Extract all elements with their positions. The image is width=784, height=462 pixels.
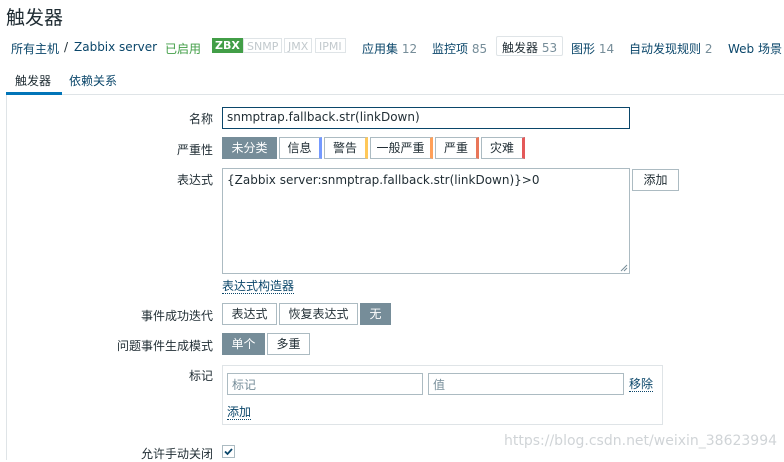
checkmark-icon xyxy=(224,448,233,456)
severity-label: 严重性 xyxy=(176,143,213,157)
ok-event-option[interactable]: 恢复表达式 xyxy=(279,303,358,325)
badge-jmx: JMX xyxy=(284,38,313,53)
severity-option[interactable]: 未分类 xyxy=(222,137,277,159)
tab-dependencies[interactable]: 依赖关系 xyxy=(69,72,117,89)
ok-event-option[interactable]: 无 xyxy=(360,303,391,325)
status-enabled[interactable]: 已启用 xyxy=(165,40,201,57)
nav-items[interactable]: 监控项 85 xyxy=(432,40,487,57)
severity-option[interactable]: 灾难 xyxy=(481,137,525,159)
ok-event-label: 事件成功迭代 xyxy=(140,309,213,323)
tags-label: 标记 xyxy=(188,369,213,383)
nav-all-hosts[interactable]: 所有主机 xyxy=(11,40,59,57)
nav-discovery-rules[interactable]: 自动发现规则 2 xyxy=(629,40,712,57)
watermark: https://blog.csdn.net/weixin_38623994 xyxy=(504,433,778,449)
name-label: 名称 xyxy=(188,112,213,126)
badge-ipmi: IPMI xyxy=(315,38,346,53)
problem-mode-option[interactable]: 单个 xyxy=(222,333,265,355)
nav-host[interactable]: Zabbix server xyxy=(74,40,157,54)
problem-mode-label: 问题事件生成模式 xyxy=(116,339,213,353)
nav-applications[interactable]: 应用集 12 xyxy=(362,40,417,57)
nav-triggers[interactable]: 触发器 53 xyxy=(496,36,564,56)
nav-web-scenarios[interactable]: Web 场景 xyxy=(728,40,782,57)
badge-zbx: ZBX xyxy=(212,38,243,53)
tag-value-input[interactable]: 值 xyxy=(428,373,624,395)
host-nav: 所有主机 / Zabbix server 已启用 ZBX SNMP JMX IP… xyxy=(0,34,784,60)
severity-option[interactable]: 严重 xyxy=(435,137,479,159)
tag-add-link[interactable]: 添加 xyxy=(227,405,252,420)
severity-option[interactable]: 警告 xyxy=(324,137,368,159)
nav-graphs[interactable]: 图形 14 xyxy=(571,40,614,57)
manual-close-checkbox[interactable] xyxy=(222,445,235,458)
severity-option[interactable]: 信息 xyxy=(279,137,322,159)
severity-option[interactable]: 一般严重 xyxy=(370,137,433,159)
expression-label: 表达式 xyxy=(176,173,213,187)
ok-event-option[interactable]: 表达式 xyxy=(222,303,277,325)
form-tabs: 触发器 依赖关系 xyxy=(6,68,784,95)
resize-handle-icon[interactable] xyxy=(620,264,628,272)
breadcrumb-separator: / xyxy=(64,40,69,54)
tab-trigger[interactable]: 触发器 xyxy=(15,72,51,89)
name-input[interactable]: snmptrap.fallback.str(linkDown) xyxy=(222,107,630,129)
tag-remove-link[interactable]: 移除 xyxy=(629,377,654,392)
tag-name-input[interactable]: 标记 xyxy=(227,373,423,395)
badge-snmp: SNMP xyxy=(243,38,283,53)
expression-textarea[interactable]: {Zabbix server:snmptrap.fallback.str(lin… xyxy=(222,168,630,274)
problem-mode-option[interactable]: 多重 xyxy=(267,333,310,355)
manual-close-label: 允许手动关闭 xyxy=(140,447,213,461)
expression-constructor-link[interactable]: 表达式构造器 xyxy=(222,279,295,294)
expression-add-button[interactable]: 添加 xyxy=(632,169,679,191)
page-title: 触发器 xyxy=(6,7,64,29)
trigger-form: 名称 snmptrap.fallback.str(linkDown) 严重性 未… xyxy=(6,95,784,461)
